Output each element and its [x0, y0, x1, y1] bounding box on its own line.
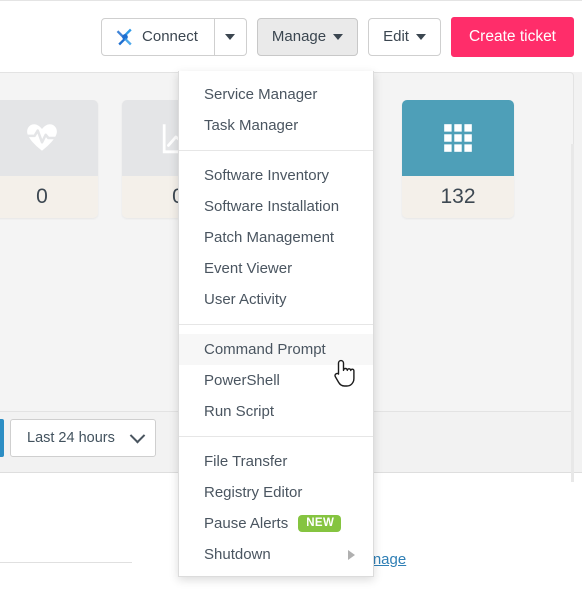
- caret-down-icon: [415, 33, 426, 40]
- menu-item-label: Patch Management: [204, 229, 335, 246]
- menu-item-user-activity[interactable]: User Activity: [179, 284, 373, 315]
- create-ticket-button[interactable]: Create ticket: [450, 16, 574, 57]
- menu-item-run-script[interactable]: Run Script: [179, 396, 373, 427]
- active-tab-indicator[interactable]: [0, 419, 4, 457]
- application-window: 0 0: [0, 0, 582, 595]
- menu-item-service-manager[interactable]: Service Manager: [179, 79, 373, 110]
- menu-item-label: Software Installation: [204, 198, 340, 215]
- menu-item-label: Registry Editor: [204, 484, 303, 501]
- manage-dropdown-menu: Service Manager Task Manager Software In…: [178, 71, 374, 577]
- menu-item-pause-alerts[interactable]: Pause Alerts NEW: [179, 508, 373, 539]
- status-card-health-header: [0, 100, 98, 176]
- menu-item-shutdown[interactable]: Shutdown: [179, 539, 373, 570]
- menu-item-event-viewer[interactable]: Event Viewer: [179, 253, 373, 284]
- chart-gridline: [0, 562, 132, 563]
- connect-button[interactable]: Connect: [101, 17, 215, 56]
- time-period-value: Last 24 hours: [27, 430, 115, 446]
- manage-button-label: Manage: [271, 28, 327, 45]
- connect-button-group: Connect: [101, 17, 247, 56]
- menu-item-label: Run Script: [204, 403, 275, 420]
- connect-icon: [116, 28, 132, 45]
- menu-item-label: File Transfer: [204, 453, 288, 470]
- new-badge: NEW: [298, 514, 342, 533]
- time-period-select[interactable]: Last 24 hours: [10, 419, 156, 457]
- menu-item-label: User Activity: [204, 291, 287, 308]
- menu-item-label: Command Prompt: [204, 341, 326, 358]
- manage-button[interactable]: Manage: [256, 17, 359, 56]
- menu-item-label: Shutdown: [204, 546, 271, 563]
- menu-item-software-installation[interactable]: Software Installation: [179, 191, 373, 222]
- menu-item-label: Software Inventory: [204, 167, 330, 184]
- chevron-right-icon: [348, 549, 355, 560]
- caret-down-icon: [333, 33, 344, 40]
- status-card-assets[interactable]: 132: [402, 100, 514, 218]
- menu-separator: [179, 324, 373, 325]
- status-card-health[interactable]: 0: [0, 100, 98, 218]
- action-toolbar: Connect Manage Edit Create ticket: [0, 0, 582, 72]
- menu-group: Service Manager Task Manager: [179, 79, 373, 141]
- menu-item-label: Pause Alerts: [204, 515, 289, 532]
- menu-group: Command Prompt PowerShell Run Script: [179, 334, 373, 427]
- edit-button-label: Edit: [383, 28, 409, 45]
- menu-group: Software Inventory Software Installation…: [179, 160, 373, 315]
- menu-item-patch-management[interactable]: Patch Management: [179, 222, 373, 253]
- menu-item-task-manager[interactable]: Task Manager: [179, 110, 373, 141]
- panel-edge: [571, 144, 574, 482]
- connect-dropdown-toggle[interactable]: [214, 17, 247, 56]
- menu-item-label: Service Manager: [204, 86, 318, 103]
- chevron-down-icon: [129, 427, 146, 443]
- grid-icon: [444, 124, 472, 152]
- menu-item-software-inventory[interactable]: Software Inventory: [179, 160, 373, 191]
- menu-item-powershell[interactable]: PowerShell: [179, 365, 373, 396]
- connect-button-label: Connect: [142, 28, 198, 45]
- status-card-health-value: 0: [36, 185, 48, 208]
- create-ticket-label: Create ticket: [468, 27, 556, 45]
- heartbeat-icon: [25, 124, 59, 151]
- status-card-assets-header: [402, 100, 514, 176]
- status-card-assets-value: 132: [440, 185, 476, 208]
- menu-item-label: Event Viewer: [204, 260, 293, 277]
- menu-separator: [179, 150, 373, 151]
- caret-down-icon: [225, 33, 236, 40]
- menu-item-label: Task Manager: [204, 117, 299, 134]
- menu-item-registry-editor[interactable]: Registry Editor: [179, 477, 373, 508]
- menu-item-file-transfer[interactable]: File Transfer: [179, 446, 373, 477]
- menu-item-label: PowerShell: [204, 372, 280, 389]
- menu-item-command-prompt[interactable]: Command Prompt: [179, 334, 373, 365]
- edit-button[interactable]: Edit: [368, 17, 441, 56]
- menu-group: File Transfer Registry Editor Pause Aler…: [179, 446, 373, 570]
- menu-separator: [179, 436, 373, 437]
